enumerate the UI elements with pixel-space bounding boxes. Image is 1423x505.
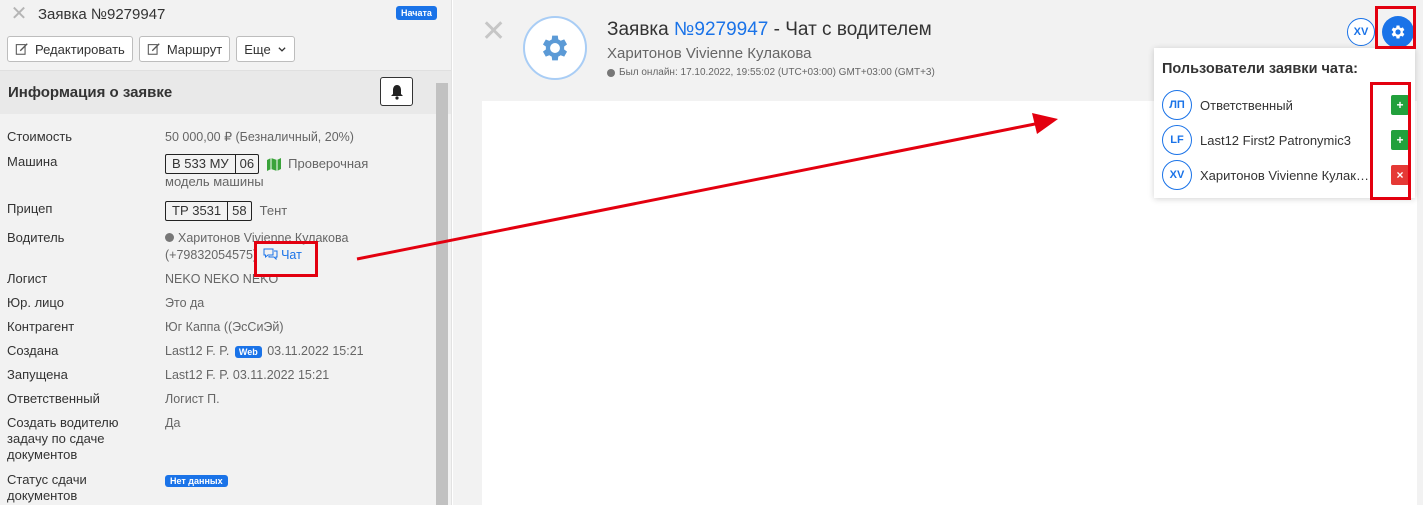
more-button-label: Еще	[244, 41, 271, 57]
field-label: Логист	[7, 271, 48, 286]
field-label: Ответственный	[7, 391, 100, 406]
driver-phone: (+79832054575)	[165, 248, 258, 262]
info-row-doc-task: Создать водителю задачу по сдаче документо…	[7, 415, 427, 463]
field-label: Прицеп	[7, 201, 53, 216]
online-status-dot	[165, 233, 174, 242]
dropdown-title: Пользователи заявки чата:	[1162, 61, 1358, 77]
label-line: Статус сдачи	[7, 472, 87, 487]
chat-title-prefix: Заявка	[607, 19, 675, 40]
info-row-cost: Стоимость 50 000,00 ₽ (Безналичный, 20%)	[7, 129, 427, 145]
label-line: документов	[7, 488, 78, 503]
user-avatar: ЛП	[1162, 90, 1192, 120]
label-line: задачу по сдаче	[7, 431, 105, 446]
field-value: Last12 F. P. 03.11.2022 15:21	[165, 368, 330, 382]
map-icon	[267, 157, 282, 171]
participant-avatar[interactable]: XV	[1347, 18, 1375, 46]
created-datetime: 03.11.2022 15:21	[267, 344, 364, 358]
settings-highlight	[1375, 6, 1416, 49]
user-avatar: XV	[1162, 160, 1192, 190]
user-avatar: LF	[1162, 125, 1192, 155]
field-label: Юр. лицо	[7, 295, 64, 310]
edit-icon	[15, 43, 28, 55]
doc-status-badge: Нет данных	[165, 475, 228, 487]
chat-panel: ✕ Заявка №9279947 - Чат с водителем Хари…	[453, 0, 1423, 505]
order-topbar: ✕ Заявка №9279947	[0, 0, 451, 28]
close-icon[interactable]: ✕	[8, 4, 30, 24]
info-row-vehicle: Машина В 533 МУ 06 Проверочная модель маш…	[7, 154, 427, 190]
plate-number: ТР 3531	[172, 203, 222, 218]
order-actions: Редактировать Маршрут Еще	[0, 28, 451, 62]
more-button[interactable]: Еще	[236, 36, 295, 62]
plate-number: В 533 МУ	[172, 156, 229, 171]
field-label: Создать водителю задачу по сдаче документо…	[7, 415, 165, 463]
online-status-dot	[607, 68, 615, 77]
user-name: Ответственный	[1200, 97, 1293, 113]
edit-icon	[147, 43, 160, 55]
field-label: Создана	[7, 343, 59, 358]
vehicle-model: Проверочная	[288, 156, 369, 171]
vehicle-plate: В 533 МУ 06	[165, 154, 260, 174]
chat-title: Заявка №9279947 - Чат с водителем	[607, 19, 932, 41]
gear-icon	[542, 35, 568, 61]
status-badge: Начата	[396, 6, 437, 20]
plate-region: 06	[234, 155, 258, 173]
info-row-trailer: Прицеп ТР 3531 58 Тент	[7, 201, 427, 221]
last-online: Был онлайн: 17.10.2022, 19:55:02 (UTC+03…	[607, 67, 935, 78]
route-button[interactable]: Маршрут	[138, 36, 231, 62]
trailer-plate: ТР 3531 58	[165, 201, 252, 221]
field-value: 50 000,00 ₽ (Безналичный, 20%)	[165, 130, 354, 144]
last-online-text: Был онлайн: 17.10.2022, 19:55:02 (UTC+03…	[619, 67, 935, 78]
chat-avatar	[523, 16, 587, 80]
route-button-label: Маршрут	[166, 41, 223, 57]
info-row-responsible: Ответственный Логист П.	[7, 391, 427, 407]
field-label: Стоимость	[7, 129, 73, 144]
created-by: Last12 F. P.	[165, 344, 230, 358]
field-label: Машина	[7, 154, 58, 169]
info-row-logist: Логист NEKO NEKO NEKO	[7, 271, 427, 287]
order-title: Заявка №9279947	[38, 5, 166, 23]
bell-icon	[390, 84, 403, 100]
field-label: Контрагент	[7, 319, 75, 334]
chat-subtitle: Харитонов Vivienne Кулакова	[607, 45, 812, 62]
scrollbar[interactable]	[436, 83, 448, 505]
chat-link-highlight	[254, 241, 318, 277]
info-row-legal-entity: Юр. лицо Это да	[7, 295, 427, 311]
user-name: Last12 First2 Patronymic3	[1200, 132, 1352, 148]
close-icon[interactable]: ✕	[481, 14, 506, 49]
chevron-down-icon	[278, 47, 286, 52]
plate-region: 58	[227, 202, 250, 220]
info-section-title: Информация о заявке	[8, 84, 173, 101]
field-label: Запущена	[7, 367, 68, 382]
info-row-doc-status: Статус сдачи документов Нет данных	[7, 472, 427, 504]
info-row-driver: Водитель Харитонов Vivienne Кулакова (+7…	[7, 230, 427, 263]
field-value: Юг Каппа ((ЭсСиЭй)	[165, 320, 284, 334]
edit-button[interactable]: Редактировать	[7, 36, 133, 62]
user-actions-highlight	[1370, 82, 1411, 200]
source-badge: Web	[234, 346, 262, 358]
info-row-started: Запущена Last12 F. P. 03.11.2022 15:21	[7, 367, 427, 383]
field-value: Это да	[165, 296, 205, 310]
info-row-created: Создана Last12 F. P. Web 03.11.2022 15:2…	[7, 343, 427, 360]
notifications-button[interactable]	[380, 77, 413, 106]
edit-button-label: Редактировать	[35, 41, 125, 57]
field-label: Водитель	[7, 230, 65, 245]
user-name: Харитонов Vivienne Кулакова	[1200, 167, 1375, 183]
order-number-link[interactable]: №9279947	[674, 19, 768, 40]
order-panel: ✕ Заявка №9279947 Начата Редактировать М…	[0, 0, 452, 505]
field-value: Да	[165, 416, 181, 430]
field-value: Логист П.	[165, 392, 220, 406]
info-row-contractor: Контрагент Юг Каппа ((ЭсСиЭй)	[7, 319, 427, 335]
label-line: Создать водителю	[7, 415, 119, 430]
chat-title-suffix: - Чат с водителем	[768, 19, 932, 40]
field-label: Статус сдачи документов	[7, 472, 165, 504]
vehicle-model-cont: модель машины	[165, 174, 264, 189]
label-line: документов	[7, 447, 78, 462]
trailer-type: Тент	[259, 203, 288, 218]
